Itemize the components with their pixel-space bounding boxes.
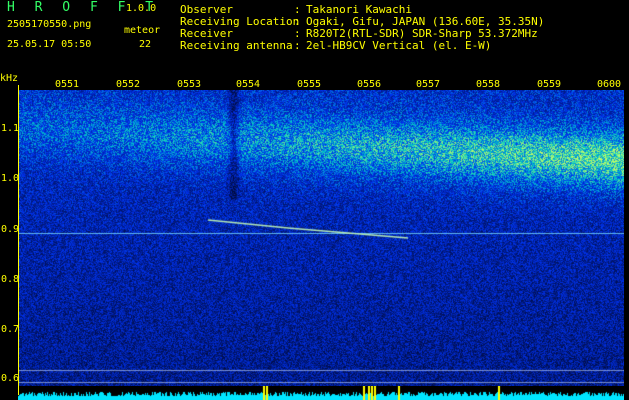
x-tick-label: 0559 <box>537 79 562 90</box>
y-tick-label: 1.0 <box>1 173 20 184</box>
antenna-label: Receiving antenna <box>180 39 293 52</box>
x-tick-label: 0558 <box>476 79 501 90</box>
x-tick-label: 0553 <box>177 79 202 90</box>
meteor-label: meteor <box>124 25 161 36</box>
x-tick-label: 0600 <box>597 79 622 90</box>
spectrogram-canvas <box>18 90 624 390</box>
x-tick-label: 0555 <box>297 79 322 90</box>
info-separator: : <box>294 39 301 52</box>
x-tick-label: 0557 <box>416 79 441 90</box>
y-tick-label: 0.6 <box>1 373 20 384</box>
signal-level-strip <box>18 386 624 400</box>
y-tick-label: 0.8 <box>1 274 20 285</box>
app-version: 1.0.0 <box>126 3 157 14</box>
x-tick-label: 0551 <box>55 79 80 90</box>
capture-datetime: 25.05.17 05:50 <box>7 39 92 50</box>
meteor-count: 22 <box>139 39 152 50</box>
x-tick-label: 0554 <box>236 79 261 90</box>
y-axis-unit: kHz <box>0 73 19 84</box>
y-axis-line <box>18 85 19 395</box>
y-tick-label: 1.1 <box>1 123 20 134</box>
x-tick-label: 0556 <box>357 79 382 90</box>
hrofft-spectrogram-view: H R O F F T 1.0.0 2505170550.png 25.05.1… <box>0 0 629 400</box>
y-tick-label: 0.7 <box>1 324 20 335</box>
x-tick-label: 0552 <box>116 79 141 90</box>
y-tick-label: 0.9 <box>1 224 20 235</box>
image-filename: 2505170550.png <box>7 19 92 30</box>
antenna-value: 2el-HB9CV Vertical (el. E-W) <box>306 39 492 52</box>
